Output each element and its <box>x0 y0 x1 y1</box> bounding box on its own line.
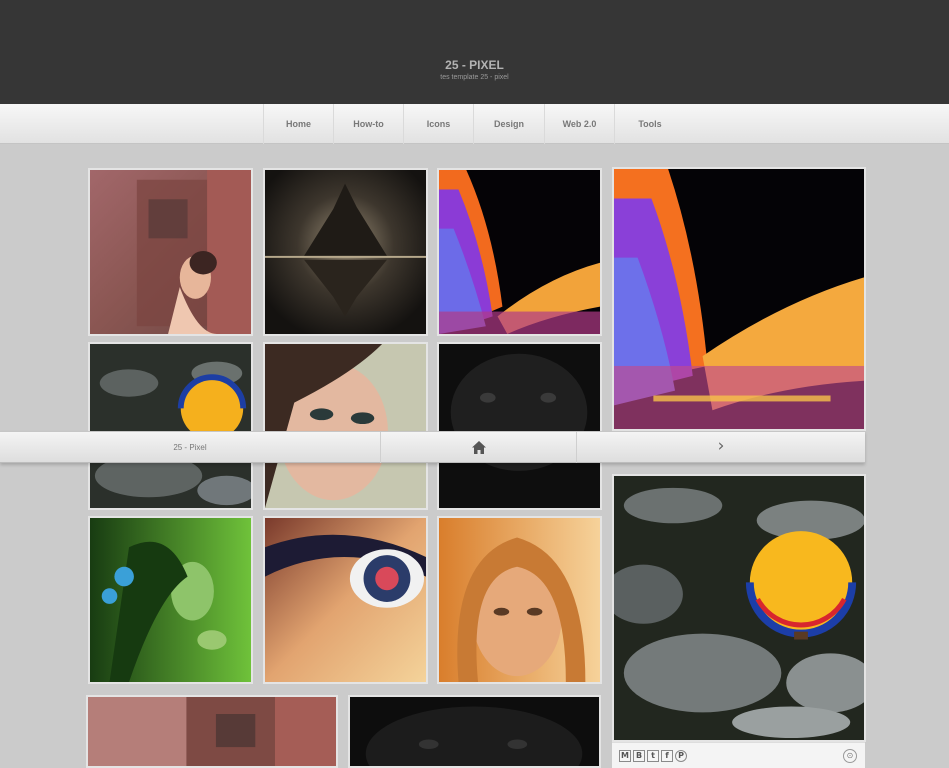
thumbnail-mountain-reflection[interactable] <box>263 168 428 336</box>
site-description: tes template 25 - pixel <box>440 74 509 81</box>
nav-item-home[interactable]: Home <box>263 104 334 144</box>
thumbnail-dog-dark[interactable] <box>437 342 602 510</box>
thumbnail-balloon[interactable] <box>88 342 253 510</box>
thumbnail-green-fairy[interactable] <box>88 516 253 684</box>
chevron-right-icon: › <box>717 436 725 456</box>
home-icon <box>472 441 486 454</box>
thumbnail-blonde-woman[interactable] <box>437 516 602 684</box>
twitter-share-icon[interactable]: t <box>647 750 659 762</box>
featured-balloon[interactable] <box>612 474 866 742</box>
pinterest-share-icon[interactable]: P <box>675 750 687 762</box>
site-header: 25 - PIXEL tes template 25 - pixel <box>0 0 949 104</box>
thumbnail-woman-train[interactable] <box>88 168 253 336</box>
site-title[interactable]: 25 - PIXEL <box>0 58 949 72</box>
email-share-icon[interactable]: M <box>619 750 631 762</box>
thumbnail-dog-large[interactable] <box>348 695 601 768</box>
nav-item-how-to[interactable]: How-to <box>334 104 404 144</box>
next-button[interactable]: › <box>577 432 865 463</box>
bottom-nav-bar: 25 - Pixel › <box>0 431 865 463</box>
site-name-label[interactable]: 25 - Pixel <box>0 432 381 463</box>
more-options-icon[interactable]: ⊙ <box>843 749 857 763</box>
facebook-share-icon[interactable]: f <box>661 750 673 762</box>
featured-neon-bridge[interactable] <box>612 167 866 431</box>
nav-item-web-2-0[interactable]: Web 2.0 <box>545 104 615 144</box>
share-bar: M B t f P ⊙ <box>612 742 865 768</box>
thumbnail-neon-bridge[interactable] <box>437 168 602 336</box>
thumbnail-woman-eyes[interactable] <box>263 342 428 510</box>
home-button[interactable] <box>381 432 577 463</box>
nav-item-tools[interactable]: Tools <box>615 104 685 144</box>
nav-item-icons[interactable]: Icons <box>404 104 474 144</box>
main-nav: Home How-to Icons Design Web 2.0 Tools <box>0 104 949 144</box>
thumbnail-woman-train-large[interactable] <box>86 695 338 768</box>
nav-item-design[interactable]: Design <box>474 104 545 144</box>
blog-share-icon[interactable]: B <box>633 750 645 762</box>
thumbnail-eye-closeup[interactable] <box>263 516 428 684</box>
